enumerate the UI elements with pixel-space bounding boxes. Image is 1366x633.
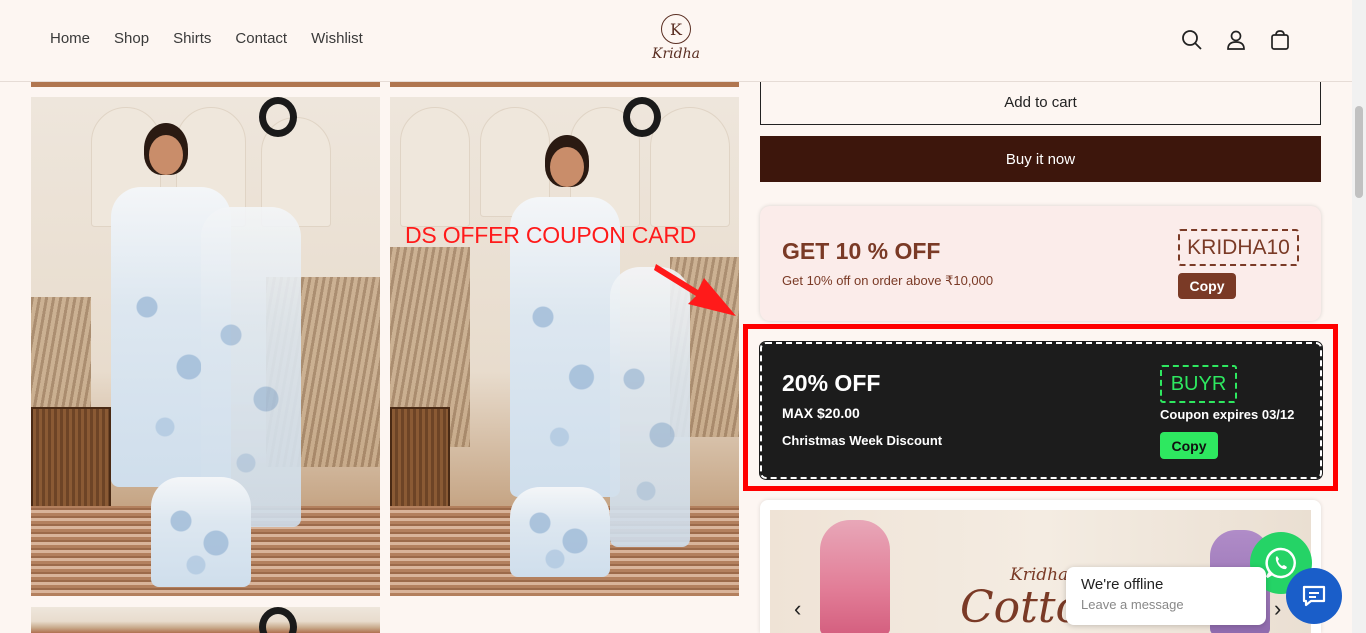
product-image-next[interactable] [31,607,380,633]
coupon-expiry: Coupon expires 03/12 [1160,407,1295,422]
chat-status: We're offline [1081,576,1164,593]
header-actions [1180,26,1292,54]
coupon-description: Get 10% off on order above ₹10,000 [782,273,994,288]
banner-headline: Cotto [960,582,1083,633]
coupon-name: Christmas Week Discount [782,433,943,448]
brand-logo[interactable]: K Kridha [640,14,712,66]
coupon-max-discount: MAX $20.00 [782,405,860,421]
account-icon[interactable] [1224,26,1248,54]
coupon-title: 20% OFF [782,370,881,396]
coupon-code: KRIDHA10 [1178,229,1299,266]
carousel-prev-button[interactable]: ‹ [794,596,801,622]
nav-wishlist[interactable]: Wishlist [311,30,363,47]
product-image-side[interactable] [390,97,739,596]
nav-shirts[interactable]: Shirts [173,30,211,47]
coupon-code: BUYR [1160,365,1237,403]
chat-launcher-button[interactable] [1286,568,1342,624]
search-icon[interactable] [1180,26,1204,54]
gallery-image-edge [31,82,380,87]
copy-coupon-button[interactable]: Copy [1178,273,1236,299]
chat-prompt: Leave a message [1081,597,1184,612]
nav-contact[interactable]: Contact [235,30,287,47]
logo-wordmark: Kridha [652,46,700,62]
main-nav: Home Shop Shirts Contact Wishlist [38,30,375,47]
arrow-annotation-icon [654,264,736,316]
buy-now-button[interactable]: Buy it now [760,136,1321,182]
offer-coupon-annotation: DS OFFER COUPON CARD [405,222,697,248]
gallery-image-edge [390,82,739,87]
product-image-front[interactable] [31,97,380,596]
carousel-next-button[interactable]: › [1274,596,1281,622]
cart-icon[interactable] [1268,26,1292,54]
add-to-cart-button[interactable]: Add to cart [760,79,1321,125]
logo-monogram: K [661,14,691,44]
coupon-title: GET 10 % OFF [782,238,941,264]
chat-offline-popup[interactable]: We're offline Leave a message [1066,567,1266,625]
site-header: Home Shop Shirts Contact Wishlist K Krid… [0,0,1352,82]
scrollbar-thumb[interactable] [1355,106,1363,198]
nav-shop[interactable]: Shop [114,30,149,47]
coupon-card-buyr: 20% OFF MAX $20.00 Christmas Week Discou… [759,341,1323,480]
coupon-card-kridha10: GET 10 % OFF Get 10% off on order above … [760,206,1321,321]
page-scrollbar[interactable] [1352,0,1366,633]
copy-coupon-button[interactable]: Copy [1160,432,1218,459]
nav-home[interactable]: Home [50,30,90,47]
whatsapp-icon [1265,547,1296,579]
chat-icon [1302,585,1326,607]
